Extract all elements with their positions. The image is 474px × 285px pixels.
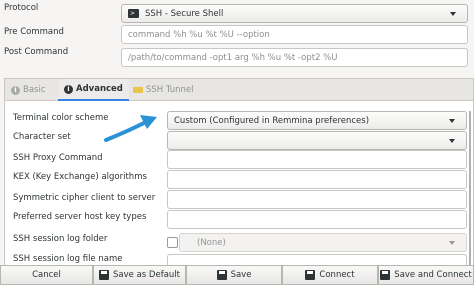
settings-notebook: i Basic i Advanced SSH Tunnel Terminal c…: [4, 78, 474, 268]
save-and-connect-label: Save and Connect: [394, 270, 472, 280]
log-folder-label: SSH session log folder: [13, 234, 108, 244]
hostkey-label: Preferred server host key types: [13, 212, 147, 222]
pre-command-input[interactable]: command %h %u %t %U --option: [121, 25, 468, 44]
cipher-input[interactable]: [167, 190, 467, 209]
proxy-command-label: SSH Proxy Command: [13, 153, 103, 163]
tab-basic[interactable]: i Basic: [5, 79, 52, 101]
info-icon: i: [64, 84, 73, 94]
connect-label: Connect: [319, 270, 355, 280]
cancel-label: Cancel: [32, 270, 61, 280]
charset-select[interactable]: [167, 131, 467, 150]
log-folder-chooser[interactable]: (None): [179, 233, 467, 252]
save-connect-icon: [380, 270, 391, 280]
save-as-default-button[interactable]: Save as Default: [93, 265, 186, 285]
hostkey-input[interactable]: [167, 210, 467, 229]
connect-icon: [305, 270, 316, 280]
charset-label: Character set: [13, 132, 71, 142]
scrollbar[interactable]: [469, 111, 471, 267]
protocol-label: Protocol: [4, 3, 39, 13]
tab-ssh-tunnel-label: SSH Tunnel: [146, 85, 194, 95]
post-command-input[interactable]: /path/to/command -opt1 arg %h %u %t -opt…: [121, 48, 468, 67]
chevron-down-icon: [449, 241, 455, 245]
tab-bar: i Basic i Advanced SSH Tunnel: [5, 79, 473, 101]
save-button[interactable]: Save: [186, 265, 282, 285]
tab-advanced[interactable]: i Advanced: [58, 79, 129, 101]
log-folder-value: (None): [197, 237, 226, 248]
tunnel-icon: [133, 87, 143, 93]
chevron-down-icon: [450, 12, 456, 16]
chevron-down-icon: [449, 139, 455, 143]
kex-label: KEX (Key Exchange) algorithms: [13, 172, 147, 182]
protocol-value: SSH - Secure Shell: [145, 8, 224, 19]
cipher-label: Symmetric cipher client to server: [13, 193, 156, 203]
tab-advanced-label: Advanced: [76, 84, 123, 94]
info-icon: i: [11, 85, 20, 95]
action-bar: Cancel Save as Default Save Connect Save…: [0, 265, 474, 285]
pre-command-label: Pre Command: [4, 27, 64, 37]
kex-input[interactable]: [167, 170, 467, 189]
color-scheme-label: Terminal color scheme: [13, 113, 109, 123]
log-file-label: SSH session log file name: [13, 254, 123, 264]
log-folder-checkbox[interactable]: [167, 237, 178, 248]
save-as-default-label: Save as Default: [113, 270, 180, 280]
post-command-placeholder: /path/to/command -opt1 arg %h %u %t -opt…: [128, 52, 338, 63]
tab-basic-label: Basic: [23, 85, 46, 95]
protocol-select[interactable]: > SSH - Secure Shell: [121, 4, 468, 23]
annotation-arrow-icon: [104, 115, 157, 142]
post-command-label: Post Command: [4, 47, 69, 57]
proxy-command-input[interactable]: [167, 150, 467, 169]
chevron-down-icon: [449, 119, 455, 123]
color-scheme-select[interactable]: Custom (Configured in Remmina preference…: [167, 111, 467, 130]
save-and-connect-button[interactable]: Save and Connect: [378, 265, 474, 285]
save-icon: [99, 270, 110, 280]
save-icon: [216, 270, 227, 280]
connect-button[interactable]: Connect: [282, 265, 378, 285]
save-label: Save: [230, 270, 252, 280]
tab-ssh-tunnel[interactable]: SSH Tunnel: [127, 79, 200, 101]
color-scheme-value: Custom (Configured in Remmina preference…: [174, 115, 370, 126]
cancel-button[interactable]: Cancel: [0, 265, 93, 285]
pre-command-placeholder: command %h %u %t %U --option: [128, 29, 270, 40]
terminal-icon: >: [128, 9, 139, 18]
